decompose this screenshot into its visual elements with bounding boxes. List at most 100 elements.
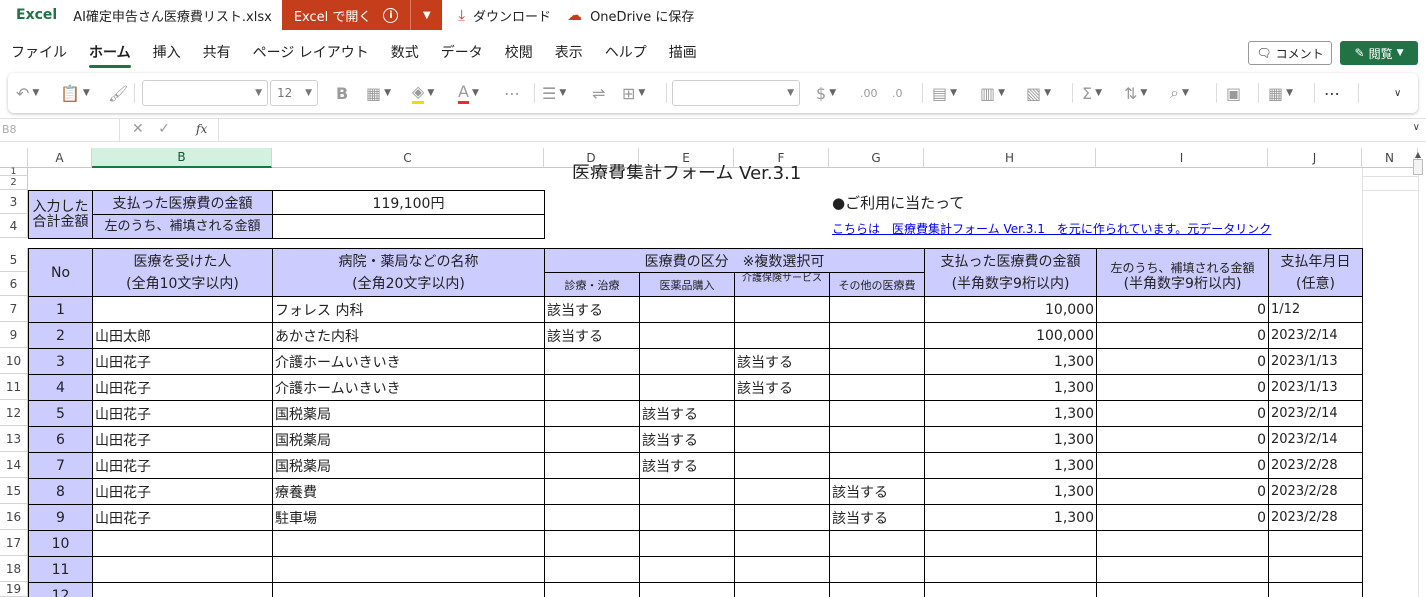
tab-formulas[interactable]: 数式 xyxy=(391,38,419,68)
cell-category-care[interactable] xyxy=(734,478,830,505)
column-header-b[interactable]: B xyxy=(92,148,272,168)
cell-category-care[interactable] xyxy=(734,530,830,557)
font-family-select[interactable]: ▼ xyxy=(142,80,268,106)
tab-home[interactable]: ホーム xyxy=(89,38,131,68)
cell-paid-amount[interactable]: 1,300 xyxy=(924,348,1097,375)
cell-paid-amount[interactable]: 1,300 xyxy=(924,400,1097,427)
tab-review[interactable]: 校閲 xyxy=(505,38,533,68)
tab-draw[interactable]: 描画 xyxy=(669,38,697,68)
cell-reimbursed-amount[interactable]: 0 xyxy=(1096,452,1269,479)
cell-payment-date[interactable] xyxy=(1268,530,1363,557)
column-header-n[interactable]: N xyxy=(1362,148,1418,168)
borders-icon[interactable]: ▦ ▼ xyxy=(366,81,391,105)
cell-patient-name[interactable] xyxy=(92,530,273,557)
cell-category-care[interactable]: 該当する xyxy=(734,374,830,401)
cell-payment-date[interactable] xyxy=(1268,582,1363,597)
cell-category-treatment[interactable] xyxy=(544,452,640,479)
tab-data[interactable]: データ xyxy=(441,38,483,68)
confirm-icon[interactable]: ✓ xyxy=(158,121,170,137)
cell-patient-name[interactable]: 山田花子 xyxy=(92,348,273,375)
fill-color-icon[interactable]: ◈ ▼ xyxy=(412,81,434,105)
cell-hospital-name[interactable]: 国税薬局 xyxy=(272,400,545,427)
cell-reimbursed-amount[interactable]: 0 xyxy=(1096,400,1269,427)
cell-payment-date[interactable]: 1/12 xyxy=(1268,296,1363,323)
font-color-icon[interactable]: A ▼ xyxy=(458,81,479,105)
cell-reimbursed-amount[interactable] xyxy=(1096,530,1269,557)
tab-view[interactable]: 表示 xyxy=(555,38,583,68)
cell-patient-name[interactable] xyxy=(92,556,273,583)
cell-hospital-name[interactable]: 駐車場 xyxy=(272,504,545,531)
row-header[interactable]: 18 xyxy=(0,556,28,582)
more-options-icon[interactable]: ⋯ xyxy=(1324,81,1340,105)
cell-patient-name[interactable]: 山田花子 xyxy=(92,374,273,401)
cell-paid-amount[interactable]: 100,000 xyxy=(924,322,1097,349)
undo-icon[interactable]: ↶ ▼ xyxy=(16,81,39,105)
cell-category-other[interactable] xyxy=(829,400,925,427)
cell-category-medicine[interactable] xyxy=(639,530,735,557)
row-header[interactable]: 17 xyxy=(0,530,28,556)
tab-file[interactable]: ファイル xyxy=(11,38,67,68)
add-ins-icon[interactable]: ▦ ▼ xyxy=(1268,81,1293,105)
vertical-scrollbar[interactable]: ▲ xyxy=(1411,150,1425,182)
cell-category-care[interactable] xyxy=(734,556,830,583)
chevron-down-icon[interactable]: ∨ xyxy=(1413,122,1420,133)
find-icon[interactable]: ⌕ ▼ xyxy=(1170,81,1189,105)
cell-paid-amount[interactable] xyxy=(924,582,1097,597)
cell-patient-name[interactable]: 山田花子 xyxy=(92,504,273,531)
row-header[interactable]: 2 xyxy=(0,176,28,190)
cell-category-other[interactable] xyxy=(829,322,925,349)
conditional-format-icon[interactable]: ▤ ▼ xyxy=(932,81,957,105)
tab-insert[interactable]: 挿入 xyxy=(153,38,181,68)
row-header[interactable]: 4 xyxy=(0,214,28,238)
cell-category-medicine[interactable]: 該当する xyxy=(639,400,735,427)
cell-styles-icon[interactable]: ▧ ▼ xyxy=(1026,81,1051,105)
cancel-icon[interactable]: ✕ xyxy=(132,121,144,137)
open-in-excel-button[interactable]: Excel で開く i xyxy=(281,0,411,30)
cell-category-other[interactable] xyxy=(829,426,925,453)
cell-category-treatment[interactable] xyxy=(544,582,640,597)
cell-category-medicine[interactable]: 該当する xyxy=(639,452,735,479)
view-mode-button[interactable]: ✎ 閲覧 ▼ xyxy=(1340,41,1418,65)
cell-category-treatment[interactable] xyxy=(544,530,640,557)
tab-help[interactable]: ヘルプ xyxy=(605,38,647,68)
cell-category-care[interactable] xyxy=(734,426,830,453)
font-size-select[interactable]: 12 ▼ xyxy=(270,80,318,106)
cell-hospital-name[interactable] xyxy=(272,582,545,597)
cell-hospital-name[interactable]: 介護ホームいきいき xyxy=(272,374,545,401)
cell-patient-name[interactable] xyxy=(92,582,273,597)
cell-category-treatment[interactable] xyxy=(544,348,640,375)
cell-hospital-name[interactable] xyxy=(272,556,545,583)
formula-input[interactable] xyxy=(218,119,1408,141)
more-icon[interactable]: ⋯ xyxy=(504,81,520,105)
row-header[interactable]: 15 xyxy=(0,478,28,504)
cell-hospital-name[interactable]: あかさた内科 xyxy=(272,322,545,349)
row-header[interactable]: 10 xyxy=(0,348,28,374)
cell-category-other[interactable] xyxy=(829,556,925,583)
cell-reimbursed-amount[interactable]: 0 xyxy=(1096,322,1269,349)
download-button[interactable]: ⤓ ダウンロード xyxy=(458,6,551,25)
column-header-c[interactable]: C xyxy=(272,148,544,168)
cell-category-medicine[interactable] xyxy=(639,504,735,531)
cell-category-other[interactable]: 該当する xyxy=(829,504,925,531)
format-painter-icon[interactable]: 🖌 xyxy=(108,81,128,105)
cell-hospital-name[interactable]: 国税薬局 xyxy=(272,452,545,479)
cell-payment-date[interactable]: 2023/2/14 xyxy=(1268,400,1363,427)
cell-category-treatment[interactable] xyxy=(544,556,640,583)
cell-category-medicine[interactable] xyxy=(639,556,735,583)
cell-reimbursed-amount[interactable]: 0 xyxy=(1096,374,1269,401)
cell-category-other[interactable] xyxy=(829,348,925,375)
cell-category-medicine[interactable] xyxy=(639,374,735,401)
sort-filter-icon[interactable]: ⇅ ▼ xyxy=(1124,81,1147,105)
cell-category-other[interactable] xyxy=(829,374,925,401)
tab-share[interactable]: 共有 xyxy=(203,38,231,68)
cell-reimbursed-amount[interactable]: 0 xyxy=(1096,296,1269,323)
cell-paid-amount[interactable] xyxy=(924,530,1097,557)
cell-category-treatment[interactable]: 該当する xyxy=(544,296,640,323)
cell-category-medicine[interactable] xyxy=(639,348,735,375)
cell-category-other[interactable] xyxy=(829,530,925,557)
column-header-g[interactable]: G xyxy=(829,148,924,168)
column-header-h[interactable]: H xyxy=(924,148,1096,168)
app-name[interactable]: Excel xyxy=(16,7,57,23)
cell-payment-date[interactable]: 2023/2/28 xyxy=(1268,504,1363,531)
cell-category-treatment[interactable] xyxy=(544,478,640,505)
